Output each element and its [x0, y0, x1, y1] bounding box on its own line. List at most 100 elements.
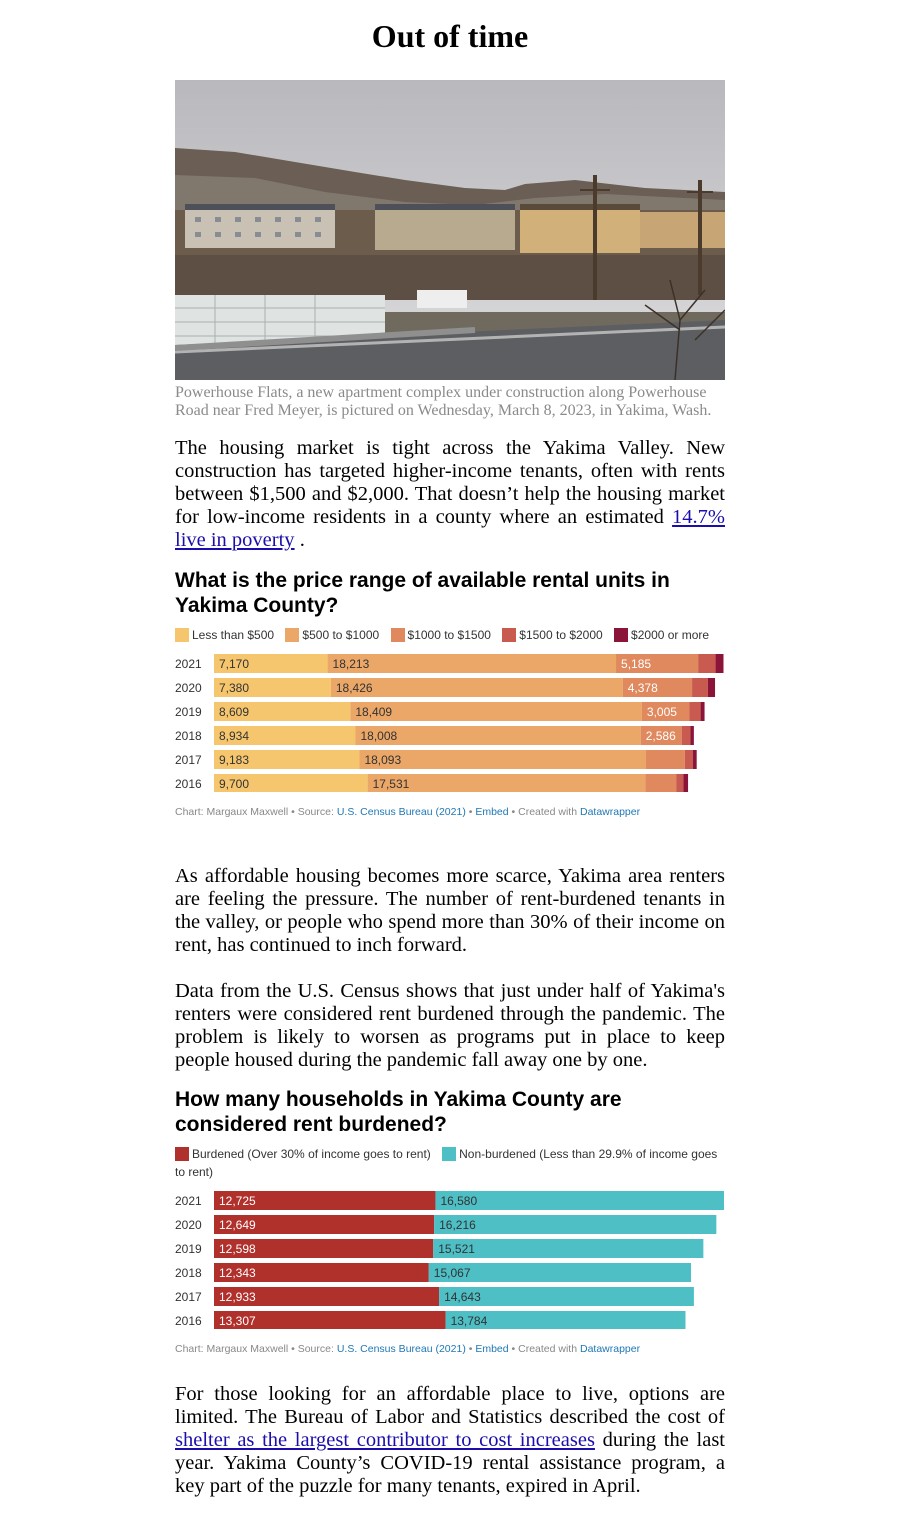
paragraph-census: Data from the U.S. Census shows that jus…: [175, 980, 725, 1071]
bar-value-label: 12,343: [219, 1266, 256, 1280]
year-label: 2020: [175, 681, 202, 695]
legend-item: $2000 or more: [614, 628, 709, 642]
year-label: 2017: [175, 1290, 202, 1304]
bar-value-label: 9,700: [219, 777, 249, 791]
embed-link[interactable]: Embed: [475, 806, 508, 818]
bar-value-label: 7,170: [219, 657, 249, 671]
paragraph-shelter: For those looking for an affordable plac…: [175, 1383, 725, 1498]
chart-footer: Chart: Margaux Maxwell • Source: U.S. Ce…: [175, 1343, 725, 1355]
construction-photo: [175, 80, 725, 380]
paragraph-shelter-text: For those looking for an affordable plac…: [175, 1383, 725, 1428]
year-label: 2019: [175, 705, 202, 719]
bar-value-label: 5,185: [621, 657, 651, 671]
paragraph-pressure: As affordable housing becomes more scarc…: [175, 865, 725, 956]
bar-segment: [359, 750, 647, 769]
bar-value-label: 7,380: [219, 681, 249, 695]
bar-segment: [707, 678, 716, 697]
rent-burden-bars: 2021 12,725 16,580 2020 12,649 16,216 2019 12,5…: [175, 1191, 724, 1329]
bar-value-label: 2,586: [646, 729, 676, 743]
bar-value-label: 16,580: [440, 1194, 477, 1208]
year-label: 2021: [175, 1194, 202, 1208]
bar-value-label: 12,649: [219, 1218, 256, 1232]
bar-segment: [681, 726, 691, 745]
separator: •: [465, 806, 476, 818]
separator: •: [465, 1343, 476, 1355]
legend-item: $500 to $1000: [285, 628, 379, 642]
paragraph-intro-text: The housing market is tight across the Y…: [175, 437, 725, 528]
year-label: 2019: [175, 1242, 202, 1256]
bar-segment: [435, 1191, 724, 1210]
paragraph-intro: The housing market is tight across the Y…: [175, 437, 725, 552]
bar-segment: [689, 702, 701, 721]
legend-swatch: [442, 1147, 457, 1161]
bar-value-label: 18,409: [355, 705, 392, 719]
year-label: 2020: [175, 1218, 202, 1232]
legend-swatch: [175, 628, 189, 642]
embed-link[interactable]: Embed: [475, 1343, 508, 1355]
year-label: 2016: [175, 777, 202, 791]
credit-text: Chart: Margaux Maxwell • Source:: [175, 1343, 337, 1355]
bar-segment: [676, 774, 684, 792]
legend-label: $1500 to $2000: [519, 628, 603, 642]
bar-value-label: 15,067: [434, 1266, 471, 1280]
bar-segment: [684, 750, 693, 769]
bar-segment: [692, 678, 708, 697]
bar-value-label: 13,307: [219, 1314, 256, 1328]
legend-swatch: [390, 628, 405, 642]
paragraph-intro-end: .: [294, 529, 305, 551]
bar-segment: [700, 702, 705, 721]
bar-value-label: 16,216: [439, 1218, 476, 1232]
shelter-link[interactable]: shelter as the largest contributor to co…: [175, 1429, 595, 1451]
bar-value-label: 12,598: [219, 1242, 256, 1256]
legend-item: $1500 to $2000: [502, 628, 603, 642]
bar-segment: [645, 774, 677, 792]
bar-segment: [350, 702, 642, 721]
bar-value-label: 18,426: [336, 681, 373, 695]
bar-segment: [646, 750, 685, 769]
bar-value-label: 15,521: [438, 1242, 475, 1256]
legend-item: Burdened (Over 30% of income goes to ren…: [175, 1147, 431, 1161]
bar-value-label: 4,378: [628, 681, 658, 695]
bar-value-label: 18,008: [361, 729, 398, 743]
legend-item: $1000 to $1500: [390, 628, 491, 642]
bar-segment: [355, 726, 641, 745]
bar-value-label: 12,933: [219, 1290, 256, 1304]
rental-price-bars: 2021 7,170 18,213 5,185 2020 7,380 18,426 4,378…: [175, 654, 724, 792]
chart-title: How many households in Yakima County are…: [175, 1088, 622, 1136]
year-label: 2018: [175, 1266, 202, 1280]
year-label: 2016: [175, 1314, 202, 1328]
year-label: 2017: [175, 753, 202, 767]
datawrapper-link[interactable]: Datawrapper: [580, 1343, 640, 1355]
page-title: Out of time: [371, 18, 529, 54]
created-text: • Created with: [508, 1343, 580, 1355]
bar-segment: [330, 678, 623, 697]
bar-value-label: 8,934: [219, 729, 249, 743]
legend-label: Less than $500: [192, 628, 275, 642]
bar-segment: [698, 654, 716, 673]
photo-caption: Powerhouse Flats, a new apartment comple…: [175, 384, 712, 419]
legend-label: $500 to $1000: [302, 628, 380, 642]
bar-value-label: 18,093: [364, 753, 401, 767]
bar-value-label: 9,183: [219, 753, 249, 767]
bar-value-label: 17,531: [373, 777, 410, 791]
created-text: • Created with: [508, 806, 580, 818]
legend-swatch: [175, 1147, 189, 1161]
bar-value-label: 18,213: [333, 657, 370, 671]
chart-legend: Burdened (Over 30% of income goes to ren…: [175, 1145, 725, 1181]
legend-swatch: [614, 628, 629, 642]
bar-segment: [715, 654, 724, 673]
chart-title: What is the price range of available ren…: [175, 569, 670, 617]
legend-label: $2000 or more: [631, 628, 710, 642]
legend-swatch: [502, 628, 517, 642]
legend-item: Less than $500: [175, 628, 274, 642]
legend-label: $1000 to $1500: [407, 628, 491, 642]
datawrapper-link[interactable]: Datawrapper: [580, 806, 640, 818]
bar-segment: [692, 750, 697, 769]
source-link[interactable]: U.S. Census Bureau (2021): [337, 806, 466, 818]
bar-value-label: 12,725: [219, 1194, 256, 1208]
source-link[interactable]: U.S. Census Bureau (2021): [337, 1343, 466, 1355]
rental-price-chart: What is the price range of available ren…: [175, 568, 725, 818]
year-label: 2021: [175, 657, 202, 671]
legend-label: Burdened (Over 30% of income goes to ren…: [192, 1147, 431, 1161]
credit-text: Chart: Margaux Maxwell • Source:: [175, 806, 337, 818]
